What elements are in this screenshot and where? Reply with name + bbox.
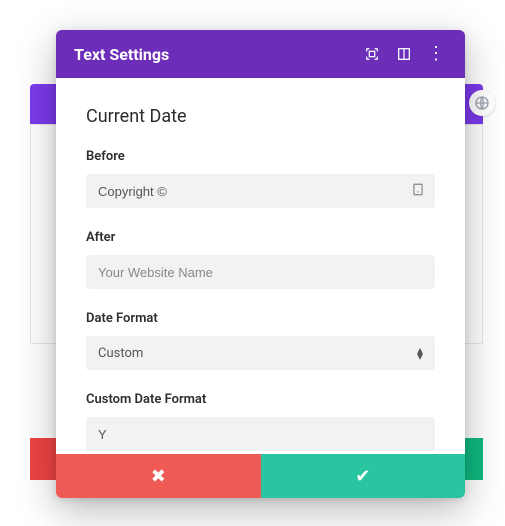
layout-icon[interactable] [393,43,415,65]
custom-date-format-input[interactable] [86,417,435,451]
custom-date-format-label: Custom Date Format [86,392,435,407]
date-format-select[interactable]: Custom ▴▾ [86,336,435,370]
check-icon: ✔ [355,466,370,487]
before-input[interactable] [86,174,435,208]
after-input[interactable] [86,255,435,289]
field-custom-date-format: Custom Date Format [86,392,435,451]
section-title: Current Date [86,106,435,127]
select-caret-icon: ▴▾ [417,347,423,359]
field-after: After [86,230,435,289]
before-label: Before [86,149,435,164]
field-before: Before [86,149,435,208]
modal-body: Current Date Before After Date Format Cu… [56,78,465,454]
date-format-value: Custom [98,346,143,361]
after-label: After [86,230,435,245]
modal-footer: ✖ ✔ [56,454,465,498]
more-icon[interactable]: ⋮ [425,43,447,65]
confirm-button[interactable]: ✔ [261,454,466,498]
field-date-format: Date Format Custom ▴▾ [86,311,435,370]
date-format-label: Date Format [86,311,435,326]
globe-icon [469,90,495,116]
expand-icon[interactable] [361,43,383,65]
text-settings-modal: Text Settings ⋮ Current Date Before Afte… [56,30,465,498]
cancel-button[interactable]: ✖ [56,454,261,498]
modal-header: Text Settings ⋮ [56,30,465,78]
modal-title: Text Settings [74,45,351,64]
close-icon: ✖ [151,466,166,487]
dynamic-content-icon[interactable] [411,182,425,201]
